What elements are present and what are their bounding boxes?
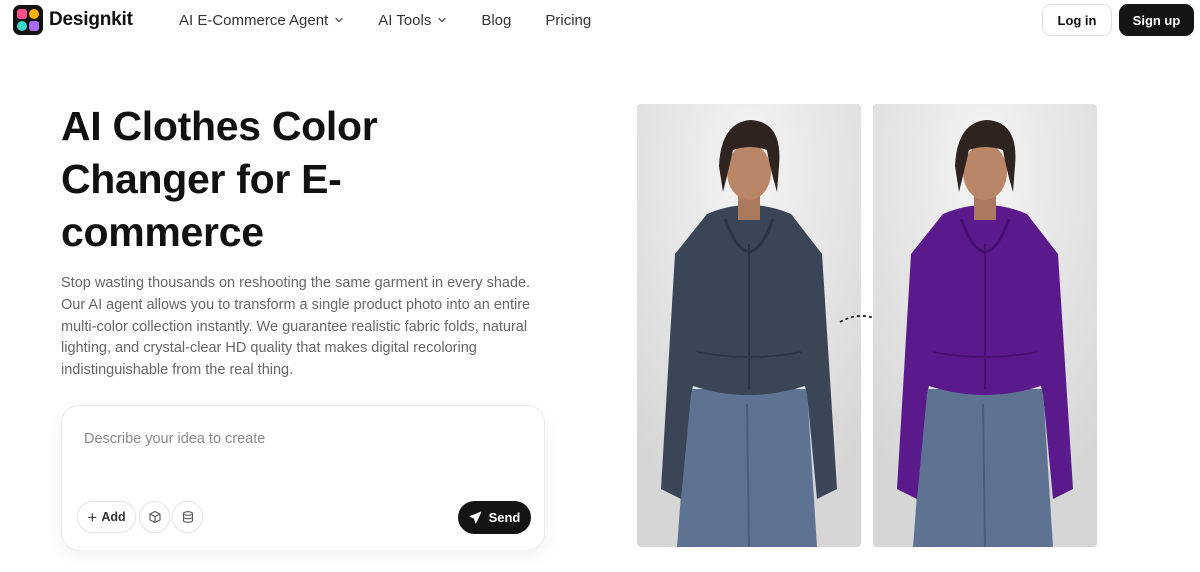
brand-logo[interactable]: Designkit — [13, 5, 133, 35]
brand-name: Designkit — [49, 9, 133, 30]
nav-item-label: Pricing — [545, 11, 592, 29]
page-title: AI Clothes Color Changer for E-commerce — [61, 103, 378, 255]
top-navigation: Designkit AI E-Commerce Agent AI Tools B… — [0, 0, 1200, 40]
plus-icon: + — [87, 507, 98, 527]
send-icon — [469, 511, 481, 524]
send-button-label: Send — [488, 510, 521, 525]
idea-input[interactable] — [84, 428, 524, 450]
signup-button[interactable]: Sign up — [1119, 4, 1194, 36]
nav-item-label: AI Tools — [378, 11, 432, 29]
nav-item-ai-ecommerce-agent[interactable]: AI E-Commerce Agent — [179, 12, 344, 29]
nav-item-ai-tools[interactable]: AI Tools — [378, 12, 447, 29]
nav-item-label: AI E-Commerce Agent — [179, 11, 329, 29]
layers-icon — [182, 511, 193, 523]
logo-icon — [13, 5, 43, 35]
send-button[interactable]: Send — [458, 501, 531, 534]
hero-description: Stop wasting thousands on reshooting the… — [61, 275, 531, 379]
cube-icon — [148, 510, 161, 524]
after-photo — [873, 104, 1097, 547]
add-button[interactable]: + Add — [77, 501, 136, 533]
prompt-card: + Add Send — [61, 405, 545, 551]
chevron-down-icon — [335, 17, 343, 23]
add-button-label: Add — [101, 510, 126, 524]
layers-tool-button[interactable] — [172, 501, 203, 533]
nav-item-pricing[interactable]: Pricing — [545, 12, 591, 29]
cube-tool-button[interactable] — [139, 501, 170, 533]
nav-item-blog[interactable]: Blog — [481, 12, 511, 29]
chevron-down-icon — [438, 17, 446, 23]
before-photo — [637, 104, 861, 547]
nav-item-label: Blog — [481, 11, 512, 29]
main-nav: AI E-Commerce Agent AI Tools Blog Pricin… — [179, 0, 625, 40]
login-button[interactable]: Log in — [1042, 4, 1112, 36]
